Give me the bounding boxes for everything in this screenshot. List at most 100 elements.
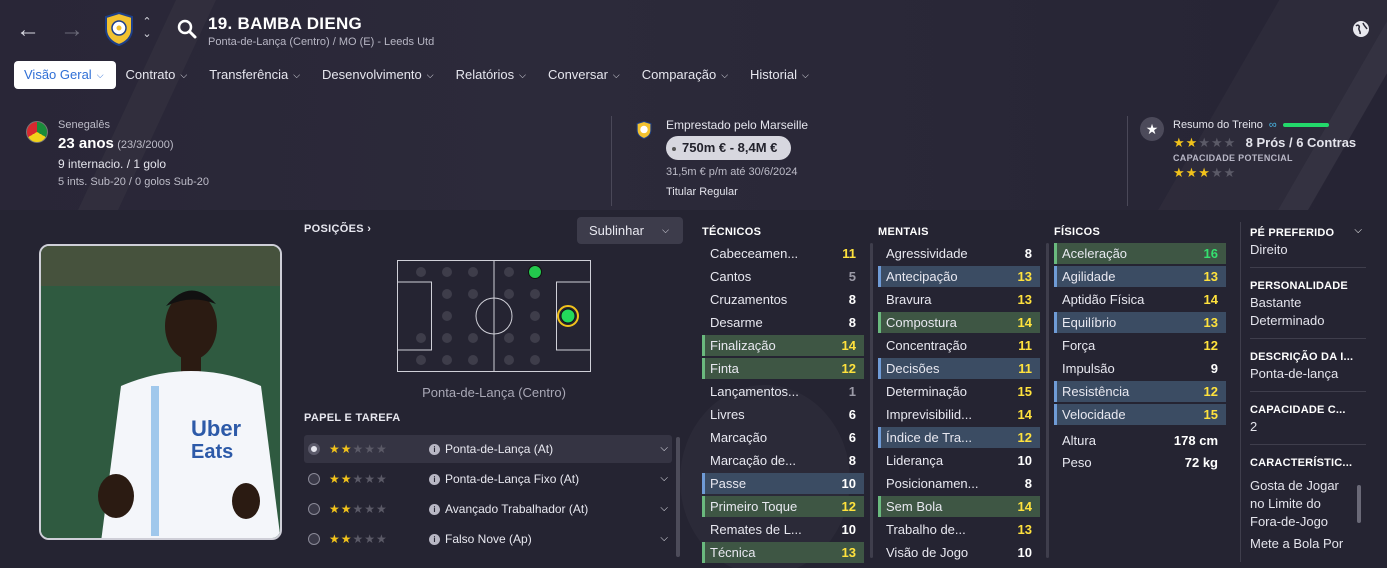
role-item[interactable]: ★★★★★ i Ponta-de-Lança (At) ⌵ (304, 435, 672, 463)
nationality: Senegalês (58, 119, 110, 131)
forward-arrow-icon[interactable]: → (60, 18, 84, 42)
attribute-row[interactable]: Cruzamentos 8 (702, 289, 864, 310)
attribute-row[interactable]: Índice de Tra... 12 (878, 427, 1040, 448)
training-label: Resumo do Treino (1173, 119, 1263, 131)
attribute-name: Livres (710, 407, 745, 422)
international-caps[interactable]: 9 internacio. / 1 golo (58, 154, 258, 174)
trait-item[interactable]: Mete a Bola Por (1250, 535, 1366, 553)
attribute-row[interactable]: Livres 6 (702, 404, 864, 425)
tab-talk[interactable]: Conversar ⌵ (538, 61, 632, 89)
attribute-row[interactable]: Agressividade 8 (878, 243, 1040, 264)
role-item[interactable]: ★★★★★ i Ponta-de-Lança Fixo (At) ⌵ (304, 465, 672, 493)
info-icon[interactable]: i (429, 443, 440, 455)
player-switch-arrows-icon[interactable]: ⌃ ⌄ (140, 16, 154, 42)
attribute-row[interactable]: Visão de Jogo 10 (878, 542, 1040, 563)
attribute-row[interactable]: Compostura 14 (878, 312, 1040, 333)
tab-development[interactable]: Desenvolvimento ⌵ (312, 61, 446, 89)
traits-label: CARACTERÍSTIC... (1250, 457, 1353, 469)
position-caption: Ponta-de-Lança (Centro) (422, 385, 566, 400)
pros-cons[interactable]: 8 Prós / 6 Contras (1246, 135, 1357, 150)
role-radio[interactable] (308, 503, 320, 515)
attribute-row[interactable]: Finalização 14 (702, 335, 864, 356)
weight-value: 72 kg (1184, 455, 1218, 470)
chevron-down-icon[interactable]: ⌵ (660, 435, 668, 463)
chevron-down-icon[interactable]: ⌵ (1354, 225, 1362, 236)
role-item[interactable]: ★★★★★ i Avançado Trabalhador (At) ⌵ (304, 495, 672, 523)
senegal-flag-icon[interactable] (26, 121, 48, 143)
attribute-row[interactable]: Bravura 13 (878, 289, 1040, 310)
attribute-row[interactable]: Resistência 12 (1054, 381, 1226, 402)
attribute-row[interactable]: Equilíbrio 13 (1054, 312, 1226, 333)
attribute-row[interactable]: Impulsão 9 (1054, 358, 1226, 379)
attribute-name: Imprevisibilid... (886, 407, 972, 422)
globe-icon[interactable] (1352, 20, 1370, 38)
loan-status[interactable]: Emprestado pelo Marseille (666, 117, 966, 134)
positions-heading[interactable]: POSIÇÕES › (304, 223, 371, 235)
attribute-name: Técnica (710, 545, 756, 560)
attribute-row[interactable]: Concentração 11 (878, 335, 1040, 356)
attribute-row[interactable]: Trabalho de... 13 (878, 519, 1040, 540)
attribute-name: Cabeceamen... (710, 246, 799, 261)
role-radio[interactable] (308, 443, 320, 455)
attribute-row[interactable]: Posicionamen... 8 (878, 473, 1040, 494)
highlight-dropdown[interactable]: Sublinhar ⌵ (577, 217, 683, 244)
info-icon[interactable]: i (429, 473, 440, 485)
tab-overview[interactable]: Visão Geral ⌵ (14, 61, 116, 89)
attribute-row[interactable]: Força 12 (1054, 335, 1226, 356)
attribute-value: 8 (1024, 476, 1032, 491)
transfer-value-badge[interactable]: 750m € - 8,4M € (666, 136, 792, 160)
chevron-down-icon[interactable]: ⌵ (660, 525, 668, 553)
roles-list: ★★★★★ i Ponta-de-Lança (At) ⌵ ★★★★★ i Po… (304, 435, 672, 555)
attribute-row[interactable]: Liderança 10 (878, 450, 1040, 471)
club-crest-icon[interactable] (104, 12, 134, 46)
attribute-row[interactable]: Finta 12 (702, 358, 864, 379)
attribute-name: Agilidade (1062, 269, 1116, 284)
trait-item[interactable]: Gosta de Jogar no Limite do Fora-de-Jogo (1250, 477, 1350, 531)
age: 23 anos (58, 135, 114, 152)
back-arrow-icon[interactable]: ← (16, 18, 40, 42)
attribute-row[interactable]: Passe 10 (702, 473, 864, 494)
info-icon[interactable]: i (429, 533, 440, 545)
chevron-down-icon[interactable]: ⌵ (660, 495, 668, 523)
attribute-row[interactable]: Imprevisibilid... 14 (878, 404, 1040, 425)
attribute-row[interactable]: Primeiro Toque 12 (702, 496, 864, 517)
attribute-row[interactable]: Remates de L... 10 (702, 519, 864, 540)
column-scrollbar[interactable] (870, 243, 873, 558)
role-radio[interactable] (308, 533, 320, 545)
search-icon[interactable] (176, 18, 198, 40)
attribute-row[interactable]: Antecipação 13 (878, 266, 1040, 287)
tab-reports[interactable]: Relatórios ⌵ (446, 61, 538, 89)
roles-scrollbar[interactable] (676, 437, 680, 557)
tab-history[interactable]: Historial ⌵ (740, 61, 821, 89)
parent-club-crest-icon[interactable] (636, 121, 652, 139)
attribute-name: Índice de Tra... (886, 430, 972, 445)
description-value: Ponta-de-lança (1250, 366, 1339, 381)
attribute-name: Impulsão (1062, 361, 1115, 376)
attribute-row[interactable]: Decisões 11 (878, 358, 1040, 379)
attribute-row[interactable]: Velocidade 15 (1054, 404, 1226, 425)
side-scrollbar[interactable] (1357, 485, 1361, 523)
role-item[interactable]: ★★★★★ i Falso Nove (Ap) ⌵ (304, 525, 672, 553)
ability-label: CAPACIDADE C... (1250, 404, 1346, 416)
attribute-row[interactable]: Sem Bola 14 (878, 496, 1040, 517)
attribute-row[interactable]: Marcação de... 8 (702, 450, 864, 471)
role-radio[interactable] (308, 473, 320, 485)
attribute-row[interactable]: Aptidão Física 14 (1054, 289, 1226, 310)
attribute-row[interactable]: Cabeceamen... 11 (702, 243, 864, 264)
tab-comparison[interactable]: Comparação ⌵ (632, 61, 740, 89)
attribute-row[interactable]: Determinação 15 (878, 381, 1040, 402)
role-label: Avançado Trabalhador (At) (445, 502, 589, 516)
attribute-row[interactable]: Lançamentos... 1 (702, 381, 864, 402)
attribute-row[interactable]: Desarme 8 (702, 312, 864, 333)
chevron-down-icon[interactable]: ⌵ (660, 465, 668, 493)
tab-contract[interactable]: Contrato ⌵ (116, 61, 200, 89)
attribute-row[interactable]: Agilidade 13 (1054, 266, 1226, 287)
attribute-row[interactable]: Marcação 6 (702, 427, 864, 448)
info-icon[interactable]: i (429, 503, 440, 515)
attribute-value: 1 (848, 384, 856, 399)
attribute-row[interactable]: Cantos 5 (702, 266, 864, 287)
attribute-row[interactable]: Aceleração 16 (1054, 243, 1226, 264)
tab-transfer[interactable]: Transferência ⌵ (199, 61, 312, 89)
attribute-row[interactable]: Técnica 13 (702, 542, 864, 563)
column-scrollbar[interactable] (1046, 243, 1049, 558)
